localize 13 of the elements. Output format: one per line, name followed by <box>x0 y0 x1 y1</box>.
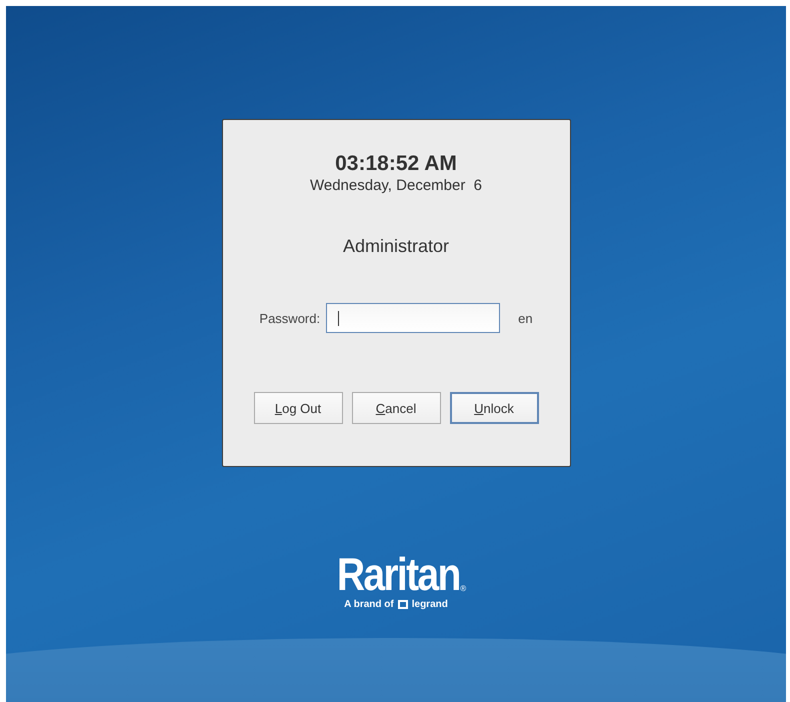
keyboard-layout: en <box>518 310 533 326</box>
logo-wordmark: Raritan <box>336 551 460 597</box>
user-name: Administrator <box>342 236 450 257</box>
clock-date: Wednesday, December 6 <box>310 177 482 194</box>
password-label: Password: <box>259 310 320 326</box>
dialog-button[interactable]: Log Out <box>254 392 342 424</box>
logo-tagline: A brand of <box>344 599 394 610</box>
registered-mark: ® <box>460 584 466 593</box>
clock-time: 03:18:52 AM <box>335 152 457 176</box>
dialog-button[interactable]: Unlock <box>450 392 538 424</box>
partner-logo: legrand <box>412 599 448 610</box>
dialog-button[interactable]: Cancel <box>352 392 440 424</box>
password-field[interactable] <box>326 303 500 333</box>
